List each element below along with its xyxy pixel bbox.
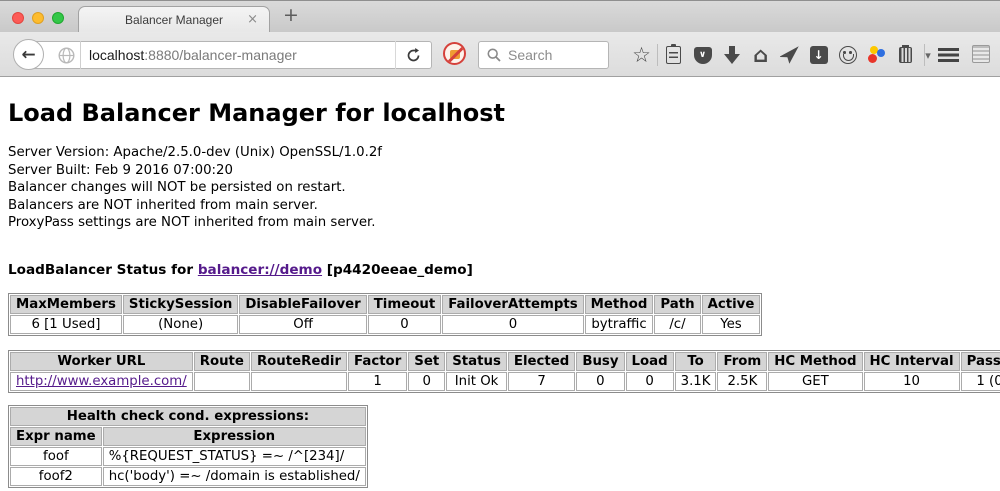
- persist-notice-line: Balancer changes will NOT be persisted o…: [8, 179, 992, 197]
- server-version-line: Server Version: Apache/2.5.0-dev (Unix) …: [8, 144, 992, 162]
- trash-can-icon: [899, 47, 912, 63]
- downloads-button[interactable]: [717, 41, 746, 69]
- bookmark-star-button[interactable]: ☆: [627, 41, 656, 69]
- worker-status-table: Worker URL Route RouteRedir Factor Set S…: [8, 350, 1000, 393]
- url-bar[interactable]: localhost:8880/balancer-manager: [29, 41, 432, 69]
- loadbalancer-status-heading: LoadBalancer Status for balancer://demo …: [8, 262, 992, 278]
- tab-bar: Balancer Manager × +: [0, 0, 1000, 32]
- video-downloadhelper-button[interactable]: [862, 41, 891, 69]
- close-window-button[interactable]: [12, 12, 24, 24]
- worker-url-link[interactable]: http://www.example.com/: [16, 374, 187, 389]
- search-input[interactable]: [508, 47, 608, 63]
- colored-balls-icon: [867, 46, 886, 65]
- new-tab-button[interactable]: +: [283, 4, 299, 26]
- navigation-toolbar: ← localhost:8880/balancer-manager ☆ ∨: [0, 32, 1000, 77]
- square-download-icon: ↓: [810, 46, 828, 64]
- url-path: :8880/balancer-manager: [144, 47, 297, 63]
- table-header-row: MaxMembers StickySession DisableFailover…: [10, 295, 760, 314]
- smiley-icon: [839, 46, 857, 64]
- trash-extension-button[interactable]: [891, 41, 920, 69]
- table-row: foof2 hc('body') =~ /domain is establish…: [10, 467, 366, 486]
- paper-plane-icon: [780, 46, 799, 64]
- table-row: 6 [1 Used] (None) Off 0 0 bytraffic /c/ …: [10, 315, 760, 334]
- server-built-line: Server Built: Feb 9 2016 07:00:20: [8, 162, 992, 180]
- minimize-window-button[interactable]: [32, 12, 44, 24]
- home-button[interactable]: ⌂: [746, 41, 775, 69]
- table-row: foof %{REQUEST_STATUS} =~ /^[234]/: [10, 447, 366, 466]
- tab-close-icon[interactable]: ×: [247, 12, 258, 27]
- extension-dropdown-button[interactable]: ▾: [920, 41, 936, 69]
- emoji-extension-button[interactable]: [833, 41, 862, 69]
- search-icon: [487, 48, 501, 62]
- balancer-demo-link[interactable]: balancer://demo: [198, 262, 322, 278]
- download-arrow-icon: [724, 46, 740, 64]
- hc-table-title: Health check cond. expressions:: [10, 407, 366, 426]
- back-button[interactable]: ←: [13, 39, 44, 70]
- tab-balancer-manager[interactable]: Balancer Manager ×: [78, 6, 270, 33]
- chevron-down-icon: ▾: [925, 49, 931, 62]
- home-icon: ⌂: [753, 45, 768, 66]
- plugin-blocked-icon[interactable]: [443, 42, 466, 65]
- table-title-row: Health check cond. expressions:: [10, 407, 366, 426]
- page-content: Load Balancer Manager for localhost Serv…: [0, 77, 1000, 490]
- star-icon: ☆: [632, 45, 651, 66]
- server-info: Server Version: Apache/2.5.0-dev (Unix) …: [8, 144, 992, 232]
- url-host: localhost: [89, 47, 144, 63]
- bookmarks-menu-button[interactable]: [659, 41, 688, 69]
- reload-icon: [406, 48, 421, 63]
- toolbar-icons: ☆ ∨ ⌂ ↓ ▾: [627, 41, 936, 69]
- pocket-icon: ∨: [694, 47, 712, 64]
- toolbar-separator: [657, 44, 658, 66]
- globe-icon: [52, 47, 80, 64]
- inherit-notice-line: Balancers are NOT inherited from main se…: [8, 197, 992, 215]
- tab-groups-icon[interactable]: [972, 45, 990, 63]
- table-row: http://www.example.com/ 1 0 Init Ok 7 0 …: [10, 372, 1000, 391]
- toolbar-separator: [924, 44, 925, 66]
- table-header-row: Worker URL Route RouteRedir Factor Set S…: [10, 352, 1000, 371]
- hamburger-menu-button[interactable]: [938, 48, 959, 51]
- reload-button[interactable]: [395, 41, 431, 69]
- proxypass-notice-line: ProxyPass settings are NOT inherited fro…: [8, 214, 992, 232]
- balancer-settings-table: MaxMembers StickySession DisableFailover…: [8, 293, 762, 336]
- send-tab-button[interactable]: [775, 41, 804, 69]
- browser-window: Balancer Manager × + ← localhost:8880/ba…: [0, 0, 1000, 491]
- pocket-button[interactable]: ∨: [688, 41, 717, 69]
- back-arrow-icon: ←: [21, 45, 35, 65]
- health-check-expressions-table: Health check cond. expressions: Expr nam…: [8, 405, 368, 488]
- clipboard-icon: [666, 46, 681, 64]
- extension-download-button[interactable]: ↓: [804, 41, 833, 69]
- table-header-row: Expr name Expression: [10, 427, 366, 446]
- search-bar[interactable]: [478, 41, 609, 69]
- page-title: Load Balancer Manager for localhost: [8, 77, 992, 127]
- zoom-window-button[interactable]: [52, 12, 64, 24]
- tab-title: Balancer Manager: [125, 13, 223, 27]
- url-text[interactable]: localhost:8880/balancer-manager: [81, 47, 395, 63]
